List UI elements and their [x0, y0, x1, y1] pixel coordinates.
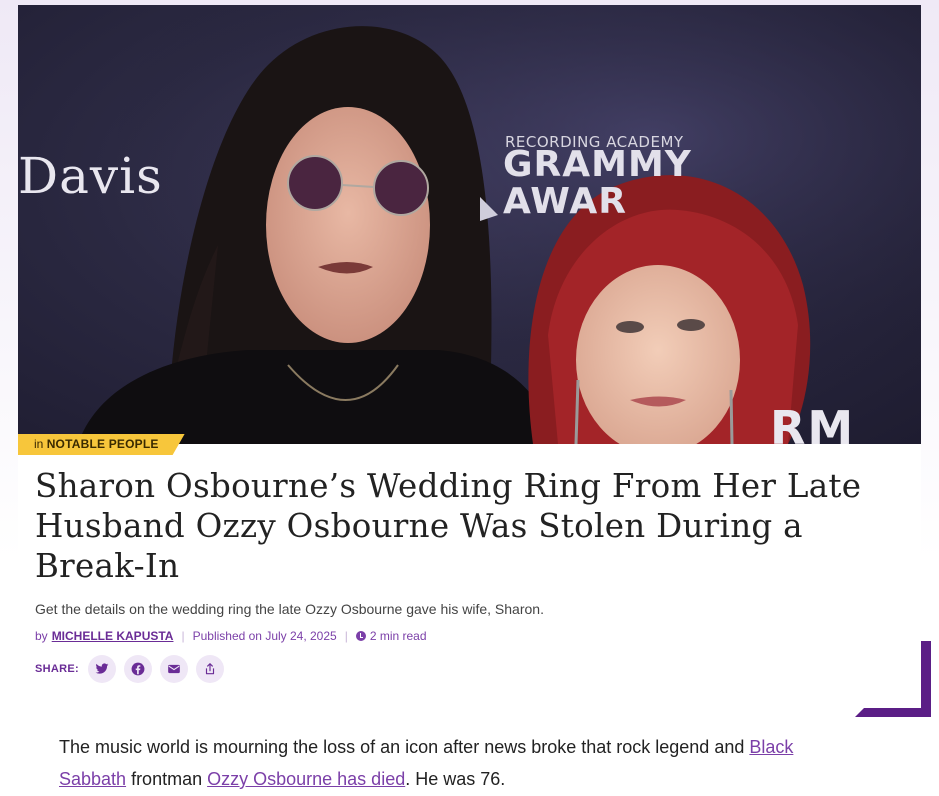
author-link[interactable]: Michelle Kapusta — [52, 629, 174, 643]
read-time: 2 min read — [369, 629, 427, 643]
article-dek: Get the details on the wedding ring the … — [35, 601, 544, 617]
backdrop-rm-text: RM — [770, 401, 856, 444]
twitter-icon — [95, 663, 109, 674]
facebook-share-button[interactable] — [123, 655, 152, 683]
body-text-segment: The music world is mourning the loss of … — [59, 737, 750, 757]
published-date: Published on July 24, 2025 — [192, 629, 337, 643]
article-page: Davis RECORDING ACADEMY GRAMMY AWAR RM i… — [0, 0, 939, 796]
share-bar: SHARE: — [35, 655, 232, 683]
ozzy-death-link[interactable]: Ozzy Osbourne has died — [207, 769, 405, 789]
clock-icon — [355, 631, 366, 641]
twitter-share-button[interactable] — [87, 655, 116, 683]
byline: by Michelle Kapusta | Published on July … — [35, 629, 427, 643]
facebook-icon — [131, 662, 145, 676]
article-headline: Sharon Osbourne’s Wedding Ring From Her … — [35, 467, 862, 585]
byline-divider: | — [344, 629, 348, 643]
byline-by: by — [35, 629, 48, 643]
native-share-button[interactable] — [195, 655, 224, 683]
email-icon — [168, 664, 180, 674]
backdrop-awards-text: AWAR — [503, 181, 627, 222]
backdrop-grammy-text: GRAMMY — [503, 144, 692, 185]
body-text-segment: . He was 76. — [405, 769, 506, 789]
hero-image: Davis RECORDING ACADEMY GRAMMY AWAR RM — [18, 5, 921, 444]
backdrop-davis-text: Davis — [18, 147, 163, 205]
category-prefix: in — [34, 437, 44, 451]
category-name: Notable People — [46, 437, 159, 451]
byline-divider: | — [181, 629, 185, 643]
body-text-segment: frontman — [126, 769, 208, 789]
share-icon — [205, 663, 215, 675]
hero-photo-illustration — [18, 5, 921, 444]
email-share-button[interactable] — [159, 655, 188, 683]
share-label: SHARE: — [35, 663, 79, 675]
article-body-paragraph: The music world is mourning the loss of … — [59, 731, 859, 795]
category-tag[interactable]: in Notable People — [18, 434, 185, 455]
